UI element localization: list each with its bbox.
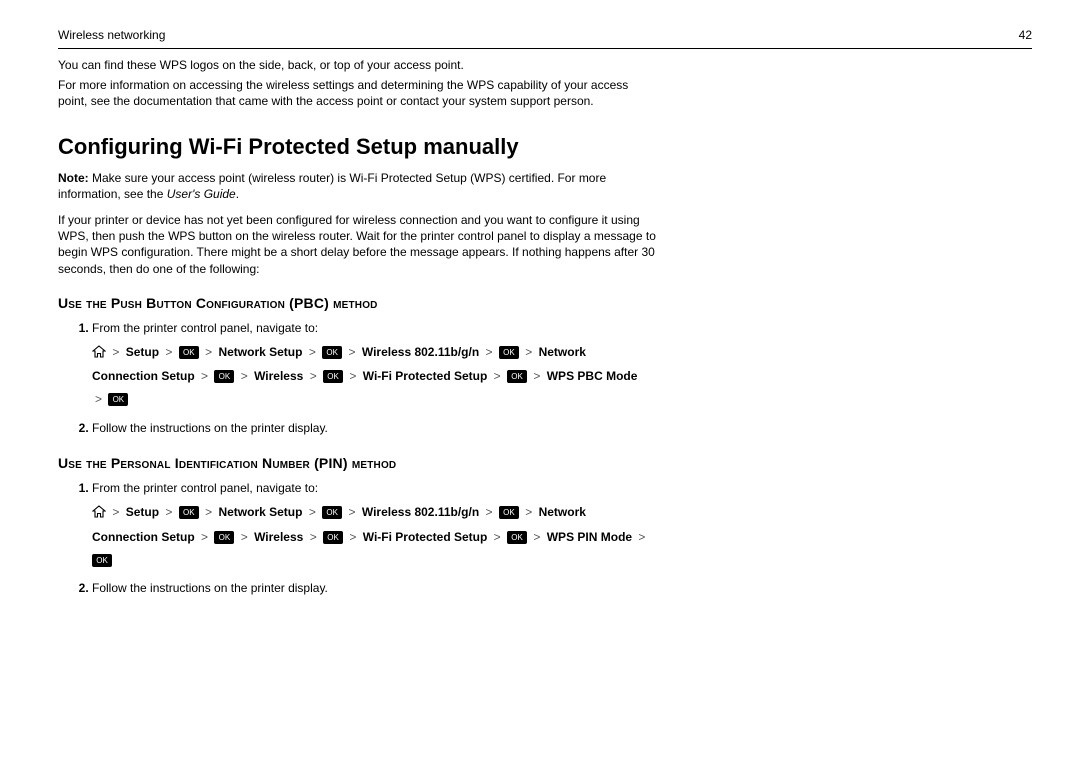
- separator: >: [346, 345, 359, 359]
- ok-icon: OK: [322, 346, 342, 359]
- separator: >: [635, 530, 648, 544]
- ok-icon: OK: [108, 393, 128, 406]
- note-text: Make sure your access point (wireless ro…: [58, 171, 606, 201]
- separator: >: [202, 505, 215, 519]
- separator: >: [238, 369, 251, 383]
- separator: >: [346, 369, 359, 383]
- separator: >: [162, 505, 175, 519]
- pin-step-1: From the printer control panel, navigate…: [92, 479, 1032, 571]
- nav-wireless: Wireless: [254, 369, 303, 383]
- nav-mode: WPS PBC Mode: [547, 369, 638, 383]
- ok-icon: OK: [214, 531, 234, 544]
- home-icon: [92, 343, 106, 366]
- nav-wireless: Wireless: [254, 530, 303, 544]
- pbc-heading: Use the Push Button Configuration (PBC) …: [58, 295, 1032, 311]
- pin-heading: Use the Personal Identification Number (…: [58, 455, 1032, 471]
- pbc-step-1-text: From the printer control panel, navigate…: [92, 321, 318, 335]
- ok-icon: OK: [179, 506, 199, 519]
- nav-network-setup: Network Setup: [218, 345, 302, 359]
- separator: >: [307, 369, 320, 383]
- ok-icon: OK: [322, 506, 342, 519]
- pbc-nav-path: > Setup > OK > Network Setup > OK > Wire…: [92, 341, 652, 411]
- nav-mode: WPS PIN Mode: [547, 530, 632, 544]
- separator: >: [530, 530, 543, 544]
- page-title: Configuring Wi‑Fi Protected Setup manual…: [58, 134, 1032, 160]
- separator: >: [109, 345, 122, 359]
- nav-wireless-std: Wireless 802.11b/g/n: [362, 345, 479, 359]
- separator: >: [198, 530, 211, 544]
- after-note-paragraph: If your printer or device has not yet be…: [58, 212, 658, 277]
- separator: >: [202, 345, 215, 359]
- ok-icon: OK: [323, 531, 343, 544]
- separator: >: [307, 530, 320, 544]
- note-period: .: [236, 187, 239, 201]
- pin-step-2-text: Follow the instructions on the printer d…: [92, 581, 328, 595]
- separator: >: [162, 345, 175, 359]
- nav-wireless-std: Wireless 802.11b/g/n: [362, 505, 479, 519]
- separator: >: [483, 505, 496, 519]
- pbc-step-2: Follow the instructions on the printer d…: [92, 419, 1032, 437]
- header-rule: [58, 48, 1032, 49]
- pbc-steps: From the printer control panel, navigate…: [58, 319, 1032, 437]
- pin-nav-path: > Setup > OK > Network Setup > OK > Wire…: [92, 501, 652, 571]
- intro-line-1: You can find these WPS logos on the side…: [58, 57, 1032, 73]
- pin-step-1-text: From the printer control panel, navigate…: [92, 481, 318, 495]
- separator: >: [306, 505, 319, 519]
- ok-icon: OK: [499, 346, 519, 359]
- running-header: Wireless networking 42: [58, 28, 1032, 42]
- note-italic: User's Guide: [167, 187, 236, 201]
- nav-setup: Setup: [126, 505, 159, 519]
- document-page: Wireless networking 42 You can find thes…: [0, 0, 1080, 763]
- note-paragraph: Note: Make sure your access point (wirel…: [58, 170, 658, 202]
- nav-wps: Wi‑Fi Protected Setup: [363, 530, 488, 544]
- page-number: 42: [1019, 28, 1032, 42]
- separator: >: [483, 345, 496, 359]
- separator: >: [491, 530, 504, 544]
- pin-step-2: Follow the instructions on the printer d…: [92, 579, 1032, 597]
- separator: >: [522, 345, 535, 359]
- separator: >: [306, 345, 319, 359]
- separator: >: [346, 530, 359, 544]
- ok-icon: OK: [92, 554, 112, 567]
- pbc-step-1: From the printer control panel, navigate…: [92, 319, 1032, 411]
- ok-icon: OK: [507, 370, 527, 383]
- separator: >: [491, 369, 504, 383]
- intro-line-2: For more information on accessing the wi…: [58, 77, 658, 109]
- pin-steps: From the printer control panel, navigate…: [58, 479, 1032, 597]
- separator: >: [198, 369, 211, 383]
- separator: >: [238, 530, 251, 544]
- ok-icon: OK: [323, 370, 343, 383]
- nav-network-setup: Network Setup: [218, 505, 302, 519]
- ok-icon: OK: [179, 346, 199, 359]
- separator: >: [109, 505, 122, 519]
- separator: >: [346, 505, 359, 519]
- pbc-step-2-text: Follow the instructions on the printer d…: [92, 421, 328, 435]
- ok-icon: OK: [499, 506, 519, 519]
- nav-wps: Wi‑Fi Protected Setup: [363, 369, 488, 383]
- section-title: Wireless networking: [58, 28, 165, 42]
- separator: >: [530, 369, 543, 383]
- home-icon: [92, 503, 106, 526]
- ok-icon: OK: [214, 370, 234, 383]
- separator: >: [92, 392, 105, 406]
- note-label: Note:: [58, 171, 89, 185]
- separator: >: [522, 505, 535, 519]
- ok-icon: OK: [507, 531, 527, 544]
- nav-setup: Setup: [126, 345, 159, 359]
